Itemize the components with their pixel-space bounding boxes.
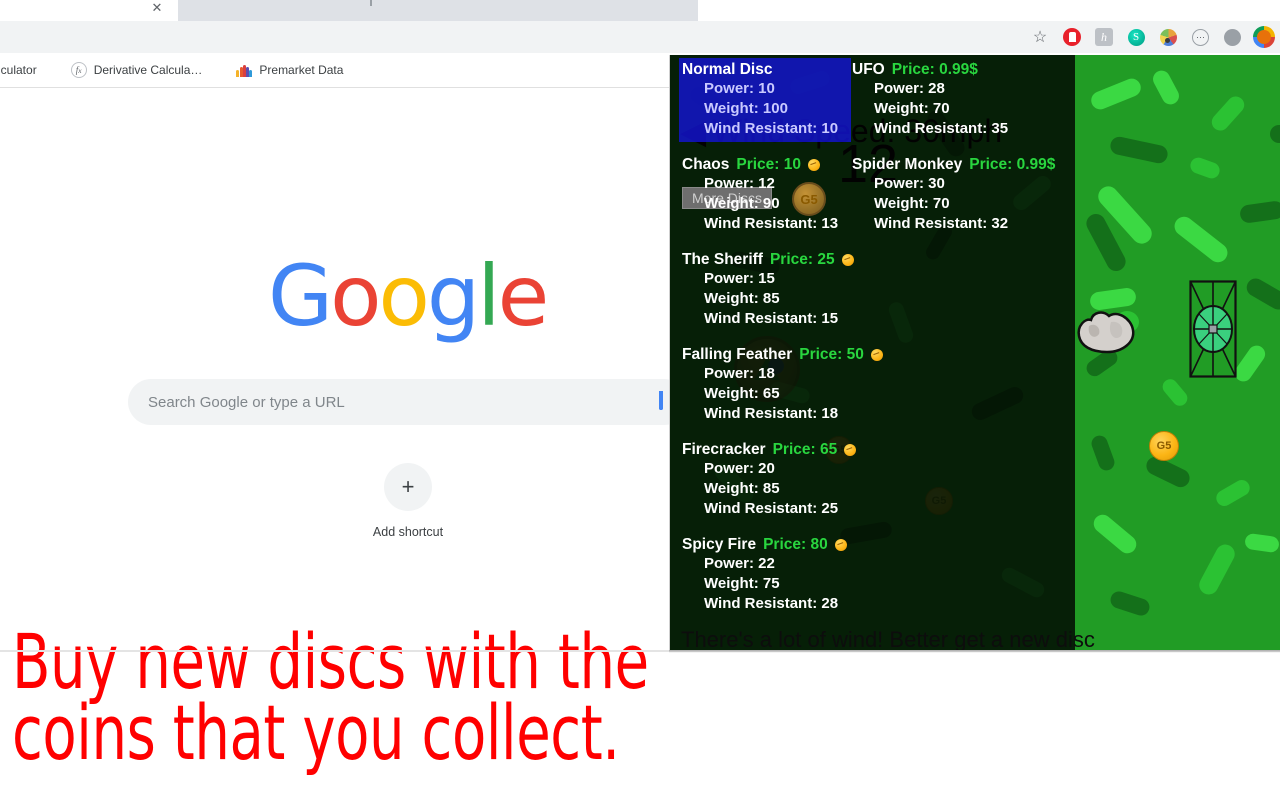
search-placeholder: Search Google or type a URL bbox=[148, 393, 345, 411]
browser-window: ✕ ☆ h S ⋯ lculator fx Derivative Calcula… bbox=[0, 0, 1280, 800]
bookmark-label: Derivative Calcula… bbox=[93, 63, 203, 77]
disc-price: Price: 65 bbox=[772, 441, 838, 458]
coin-icon bbox=[844, 444, 857, 456]
disc-weight: Weight: 75 bbox=[704, 575, 780, 592]
disc-price: Price: 0.99$ bbox=[891, 61, 978, 78]
disc-price: Price: 50 bbox=[799, 346, 864, 363]
teal-extension-icon[interactable]: S bbox=[1124, 25, 1148, 49]
disc-shop-panel: Normal Disc Power: 10 Weight: 100 Wind R… bbox=[670, 55, 1075, 650]
disc-weight: Weight: 90 bbox=[704, 195, 780, 212]
dots-circle-extension-icon[interactable]: ⋯ bbox=[1188, 25, 1212, 49]
disc-weight: Weight: 85 bbox=[704, 480, 780, 497]
disc-wind-resistance: Wind Resistant: 25 bbox=[704, 500, 839, 517]
disc-header: The Sheriff Price: 25 bbox=[682, 251, 854, 269]
bookmark-label: lculator bbox=[0, 63, 37, 77]
disc-item-falling-feather[interactable]: Falling Feather Price: 50 Power: 18 Weig… bbox=[682, 346, 883, 424]
disc-power: Power: 28 bbox=[874, 80, 945, 97]
browser-toolbar: ☆ h S ⋯ bbox=[0, 21, 1280, 53]
bookmark-item-derivative-calculator[interactable]: fx Derivative Calcula… bbox=[70, 62, 203, 78]
disc-wind-resistance: Wind Resistant: 15 bbox=[704, 310, 839, 327]
disc-wind-resistance: Wind Resistant: 35 bbox=[874, 120, 1009, 137]
disc-power: Power: 18 bbox=[704, 365, 775, 382]
disc-price: Price: 25 bbox=[769, 251, 835, 268]
disc-header: Spider Monkey Price: 0.99$ bbox=[852, 156, 1055, 174]
adblock-icon[interactable] bbox=[1060, 25, 1084, 49]
disc-weight: Weight: 70 bbox=[874, 100, 950, 117]
disc-power: Power: 20 bbox=[704, 460, 775, 477]
bookmark-label: Premarket Data bbox=[259, 63, 344, 77]
disc-name: Normal Disc bbox=[682, 61, 773, 78]
google-logo: Google bbox=[268, 247, 549, 345]
rock-obstacle bbox=[1077, 311, 1135, 354]
disc-wind-resistance: Wind Resistant: 32 bbox=[874, 215, 1009, 232]
coin-icon bbox=[808, 159, 821, 171]
tab-strip: ✕ bbox=[0, 0, 1280, 22]
disc-price: Price: 0.99$ bbox=[969, 156, 1056, 173]
disc-item-firecracker[interactable]: Firecracker Price: 65 Power: 20 Weight: … bbox=[682, 441, 857, 519]
disc-power: Power: 15 bbox=[704, 270, 775, 287]
disc-power: Power: 10 bbox=[704, 80, 775, 97]
fx-icon: fx bbox=[70, 62, 87, 78]
grey-avatar-icon[interactable] bbox=[1220, 25, 1244, 49]
bookmark-star-icon[interactable]: ☆ bbox=[1028, 25, 1052, 49]
coin-icon bbox=[870, 349, 883, 361]
coin-icon bbox=[841, 254, 854, 266]
disc-price: Price: 80 bbox=[763, 536, 828, 553]
nbc-peacock-icon bbox=[236, 64, 253, 77]
disc-item-the-sheriff[interactable]: The Sheriff Price: 25 Power: 15 Weight: … bbox=[682, 251, 854, 329]
disc-wind-resistance: Wind Resistant: 10 bbox=[704, 120, 839, 137]
microphone-icon[interactable] bbox=[659, 391, 669, 413]
disc-item-chaos[interactable]: Chaos Price: 10 Power: 12 Weight: 90 Win… bbox=[682, 156, 838, 234]
disc-weight: Weight: 70 bbox=[874, 195, 950, 212]
disc-name: Falling Feather bbox=[682, 346, 793, 363]
disc-header: Normal Disc bbox=[682, 61, 838, 79]
disc-power: Power: 30 bbox=[874, 175, 945, 192]
plus-icon: + bbox=[384, 463, 432, 511]
honey-extension-icon[interactable]: h bbox=[1092, 25, 1116, 49]
disc-wind-resistance: Wind Resistant: 13 bbox=[704, 215, 839, 232]
disc-power: Power: 22 bbox=[704, 555, 775, 572]
add-shortcut-label: Add shortcut bbox=[372, 525, 444, 539]
disc-name: The Sheriff bbox=[682, 251, 763, 268]
disc-header: UFO Price: 0.99$ bbox=[852, 61, 1008, 79]
coin-label: G5 bbox=[1156, 440, 1172, 452]
profile-avatar-icon[interactable] bbox=[1252, 25, 1276, 49]
disc-item-spicy-fire[interactable]: Spicy Fire Price: 80 Power: 22 Weight: 7… bbox=[682, 536, 847, 614]
disc-header: Chaos Price: 10 bbox=[682, 156, 838, 174]
add-shortcut-button[interactable]: + Add shortcut bbox=[373, 463, 443, 539]
disc-wind-resistance: Wind Resistant: 28 bbox=[704, 595, 839, 612]
disc-power: Power: 12 bbox=[704, 175, 775, 192]
bookmark-item-premarket-data[interactable]: Premarket Data bbox=[236, 63, 343, 77]
disc-name: Chaos bbox=[682, 156, 730, 173]
disc-name: Firecracker bbox=[682, 441, 766, 458]
disc-header: Spicy Fire Price: 80 bbox=[682, 536, 847, 554]
game-hint-message: There's a lot of wind! Better get a new … bbox=[681, 627, 1095, 650]
disc-price: Price: 10 bbox=[736, 156, 802, 173]
disc-weight: Weight: 85 bbox=[704, 290, 780, 307]
disc-weight: Weight: 65 bbox=[704, 385, 780, 402]
disc-golf-game-window: G5 G5 G5 ◀ Wind Speed: 30mph 12 bbox=[669, 55, 1280, 650]
disc-header: Falling Feather Price: 50 bbox=[682, 346, 883, 364]
disc-name: UFO bbox=[852, 61, 885, 78]
disc-header: Firecracker Price: 65 bbox=[682, 441, 857, 459]
game-window-bottom-edge bbox=[669, 650, 1280, 653]
palette-extension-icon[interactable] bbox=[1156, 25, 1180, 49]
disc-item-spider-monkey[interactable]: Spider Monkey Price: 0.99$ Power: 30 Wei… bbox=[852, 156, 1055, 234]
coin-icon bbox=[834, 539, 847, 551]
disc-wind-resistance: Wind Resistant: 18 bbox=[704, 405, 839, 422]
disc-name: Spider Monkey bbox=[852, 156, 963, 173]
instruction-overlay-text: Buy new discs with the coins that you co… bbox=[12, 617, 667, 778]
search-input[interactable]: Search Google or type a URL bbox=[128, 379, 687, 425]
toolbar-icon-group: ☆ h S ⋯ bbox=[1028, 21, 1276, 53]
browser-tab[interactable] bbox=[178, 0, 698, 22]
disc-name: Spicy Fire bbox=[682, 536, 757, 553]
disc-weight: Weight: 100 bbox=[704, 100, 788, 117]
close-icon[interactable]: ✕ bbox=[149, 0, 165, 16]
bookmark-item-calculator[interactable]: lculator bbox=[0, 63, 37, 77]
tab-title-caret bbox=[370, 0, 372, 6]
field-coin[interactable]: G5 bbox=[1149, 431, 1179, 461]
disc-golf-basket bbox=[1189, 280, 1237, 378]
disc-item-normal-disc[interactable]: Normal Disc Power: 10 Weight: 100 Wind R… bbox=[682, 61, 838, 139]
disc-item-ufo[interactable]: UFO Price: 0.99$ Power: 28 Weight: 70 Wi… bbox=[852, 61, 1008, 139]
